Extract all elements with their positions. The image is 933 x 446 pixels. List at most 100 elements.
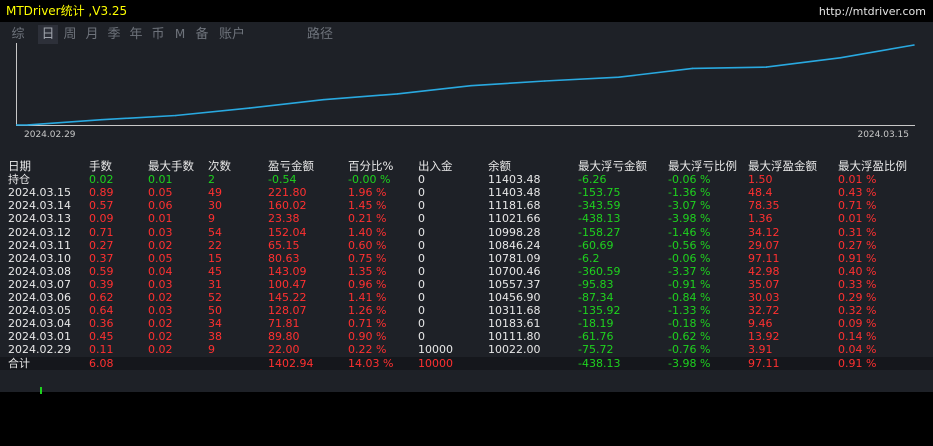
cell-balance: 10311.68 — [488, 304, 541, 318]
cell-max-float-profit-pct: 0.01 % — [838, 173, 877, 187]
cell-max-float-loss-pct: -3.37 % — [668, 264, 711, 278]
cell-max-float-loss-pct: -0.76 % — [668, 343, 711, 357]
cell-max-float-profit: 29.07 — [748, 238, 780, 252]
cell-balance: 10183.61 — [488, 317, 541, 331]
cell-count: 45 — [208, 264, 222, 278]
cell-pnl: 盈亏金额 — [268, 159, 314, 173]
tab-month[interactable]: 月 — [82, 25, 102, 44]
cell-max-float-profit-pct: 0.91 % — [838, 251, 877, 265]
tab-summary[interactable]: 综 — [8, 25, 28, 44]
cell-max-float-profit: 97.11 — [748, 356, 780, 370]
cell-deposit: 0 — [418, 212, 425, 226]
tab-year[interactable]: 年 — [126, 25, 146, 44]
cell-max-float-profit: 97.11 — [748, 251, 780, 265]
cell-deposit: 10000 — [418, 356, 453, 370]
cell-date: 2024.03.15 — [8, 186, 71, 200]
cell-max-float-profit-pct: 0.27 % — [838, 238, 877, 252]
tab-quarter[interactable]: 季 — [104, 25, 124, 44]
cell-lots: 0.37 — [89, 251, 114, 265]
cell-percent: 百分比% — [348, 159, 394, 173]
cell-pnl: 160.02 — [268, 199, 307, 213]
balance-point — [765, 66, 768, 68]
cell-max-lots: 最大手数 — [148, 159, 194, 173]
cell-balance: 11181.68 — [488, 199, 541, 213]
cell-max-lots: 0.03 — [148, 225, 173, 239]
cell-pnl: 23.38 — [268, 212, 300, 226]
cell-percent: 0.75 % — [348, 251, 387, 265]
cell-date: 2024.03.07 — [8, 277, 71, 291]
tab-magic[interactable]: M — [170, 25, 190, 44]
cell-deposit: 0 — [418, 330, 425, 344]
cell-percent: 0.71 % — [348, 317, 387, 331]
website-link[interactable]: http://mtdriver.com — [819, 5, 926, 18]
cell-max-float-profit: 1.36 — [748, 212, 773, 226]
scroll-marker — [40, 387, 42, 394]
balance-chart: 2024.02.29 2024.03.15 — [16, 43, 915, 140]
cell-max-float-profit-pct: 0.32 % — [838, 304, 877, 318]
cell-count: 22 — [208, 238, 222, 252]
cell-max-float-loss: -6.26 — [578, 173, 607, 187]
cell-max-float-loss-pct: -3.07 % — [668, 199, 711, 213]
total-row: 合计 6.08 1402.94 14.03 % 10000 -438.13 -3.98 % 9… — [0, 356, 933, 370]
cell-lots: 0.89 — [89, 186, 114, 200]
cell-max-lots: 0.02 — [148, 291, 173, 304]
cell-pnl: -0.54 — [268, 173, 297, 187]
balance-point — [396, 93, 399, 95]
cell-deposit: 出入金 — [418, 159, 453, 173]
cell-max-lots: 0.01 — [148, 173, 173, 187]
tab-account[interactable]: 账户 — [216, 25, 248, 44]
cell-date: 持仓 — [8, 173, 30, 187]
cell-max-float-profit-pct: 0.14 % — [838, 330, 877, 344]
cell-deposit: 0 — [418, 225, 425, 239]
table-row: 2024.03.14 0.57 0.06 30 160.02 1.45 % 0 11181.6… — [0, 199, 933, 212]
cell-percent: 1.40 % — [348, 225, 387, 239]
cell-max-float-profit-pct: 0.09 % — [838, 317, 877, 331]
cell-percent: 1.35 % — [348, 264, 387, 278]
cell-deposit: 0 — [418, 186, 425, 200]
cell-max-float-profit-pct: 0.71 % — [838, 199, 877, 213]
cell-max-float-loss-pct: -0.91 % — [668, 277, 711, 291]
cell-max-float-loss-pct: -1.33 % — [668, 304, 711, 318]
cell-balance: 11403.48 — [488, 173, 541, 187]
cell-lots: 6.08 — [89, 356, 114, 370]
cell-lots: 0.36 — [89, 317, 114, 331]
cell-max-float-profit: 13.92 — [748, 330, 780, 344]
balance-point — [691, 67, 694, 70]
cell-count: 9 — [208, 343, 215, 357]
cell-pnl: 80.63 — [268, 251, 300, 265]
balance-point — [617, 76, 620, 78]
cell-count: 9 — [208, 212, 215, 226]
cell-max-float-profit: 32.72 — [748, 304, 780, 318]
cell-pnl: 65.15 — [268, 238, 300, 252]
tab-currency[interactable]: 币 — [148, 25, 168, 44]
cell-max-float-loss: -360.59 — [578, 264, 621, 278]
cell-max-float-loss-pct: -3.98 % — [668, 356, 711, 370]
cell-pnl: 89.80 — [268, 330, 300, 344]
cell-date: 2024.03.11 — [8, 238, 71, 252]
balance-point — [322, 98, 325, 101]
cell-count: 31 — [208, 277, 222, 291]
cell-percent: 0.60 % — [348, 238, 387, 252]
cell-balance: 11403.48 — [488, 186, 541, 200]
cell-deposit: 0 — [418, 317, 425, 331]
cell-max-float-loss-pct: -0.06 % — [668, 251, 711, 265]
tab-path[interactable]: 路径 — [304, 25, 336, 44]
tab-week[interactable]: 周 — [60, 25, 80, 44]
balance-point — [839, 57, 841, 59]
cell-balance: 10700.46 — [488, 264, 541, 278]
cell-deposit: 0 — [418, 264, 425, 278]
table-header: 日期 手数 最大手数 次数 盈亏金额 百分比% 出入金 余额 最大浮亏金额 最大浮亏比例 最大浮盈金… — [0, 160, 933, 173]
cell-max-float-profit: 30.03 — [748, 291, 780, 304]
cell-max-float-loss-pct: -3.98 % — [668, 212, 711, 226]
cell-date: 2024.03.08 — [8, 264, 71, 278]
cell-count: 49 — [208, 186, 222, 200]
cell-count: 15 — [208, 251, 222, 265]
tab-day[interactable]: 日 — [38, 25, 58, 44]
tab-note[interactable]: 备 — [192, 25, 212, 44]
cell-max-float-profit-pct: 0.40 % — [838, 264, 877, 278]
cell-pnl: 143.09 — [268, 264, 307, 278]
cell-date: 2024.03.13 — [8, 212, 71, 226]
table-row: 2024.03.08 0.59 0.04 45 143.09 1.35 % 0 10700.4… — [0, 265, 933, 278]
cell-max-float-loss: -87.34 — [578, 291, 614, 304]
balance-point — [470, 84, 472, 87]
